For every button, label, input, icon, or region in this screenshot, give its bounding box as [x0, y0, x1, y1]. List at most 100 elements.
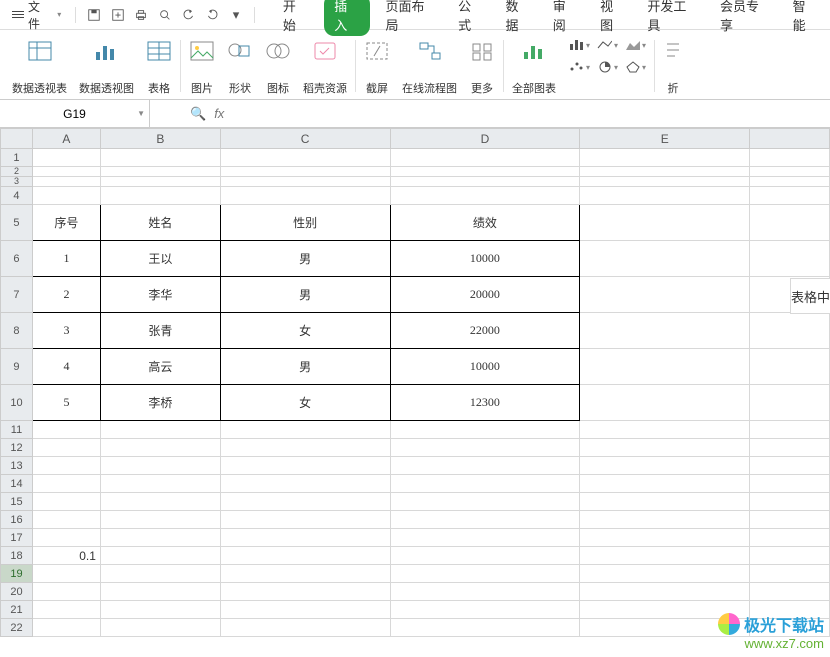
- cell-B10[interactable]: 李桥: [100, 385, 220, 421]
- cell-D20[interactable]: [390, 583, 580, 601]
- cell-D14[interactable]: [390, 475, 580, 493]
- cell-D2[interactable]: [390, 167, 580, 177]
- cell-D13[interactable]: [390, 457, 580, 475]
- cell-B7[interactable]: 李华: [100, 277, 220, 313]
- cell-D11[interactable]: [390, 421, 580, 439]
- cell-X8[interactable]: [750, 313, 830, 349]
- cell-X16[interactable]: [750, 511, 830, 529]
- row-head-16[interactable]: 16: [1, 511, 33, 529]
- cell-B20[interactable]: [100, 583, 220, 601]
- cell-C9[interactable]: 男: [220, 349, 390, 385]
- cell-D5[interactable]: 绩效: [390, 205, 580, 241]
- cell-X10[interactable]: [750, 385, 830, 421]
- cell-D17[interactable]: [390, 529, 580, 547]
- row-head-18[interactable]: 18: [1, 547, 33, 565]
- cell-C20[interactable]: [220, 583, 390, 601]
- cell-C3[interactable]: [220, 177, 390, 187]
- cell-E11[interactable]: [580, 421, 750, 439]
- cell-B12[interactable]: [100, 439, 220, 457]
- cell-C8[interactable]: 女: [220, 313, 390, 349]
- ribbon-table[interactable]: 表格: [140, 36, 178, 98]
- chart-line-icon[interactable]: ▾: [596, 36, 618, 54]
- row-head-1[interactable]: 1: [1, 149, 33, 167]
- tab-会员专享[interactable]: 会员专享: [714, 0, 777, 37]
- cell-E3[interactable]: [580, 177, 750, 187]
- cell-X17[interactable]: [750, 529, 830, 547]
- cell-C17[interactable]: [220, 529, 390, 547]
- row-head-12[interactable]: 12: [1, 439, 33, 457]
- row-head-8[interactable]: 8: [1, 313, 33, 349]
- cell-X12[interactable]: [750, 439, 830, 457]
- cell-E22[interactable]: [580, 619, 750, 637]
- cell-X18[interactable]: [750, 547, 830, 565]
- save-icon[interactable]: [84, 5, 104, 25]
- cell-B4[interactable]: [100, 187, 220, 205]
- col-head-E[interactable]: E: [580, 129, 750, 149]
- row-head-21[interactable]: 21: [1, 601, 33, 619]
- tab-审阅[interactable]: 审阅: [547, 0, 584, 37]
- ribbon-pivot-chart[interactable]: 数据透视图: [73, 36, 140, 98]
- cell-C15[interactable]: [220, 493, 390, 511]
- cell-B1[interactable]: [100, 149, 220, 167]
- cell-D10[interactable]: 12300: [390, 385, 580, 421]
- cell-E21[interactable]: [580, 601, 750, 619]
- name-box[interactable]: ▼: [0, 100, 150, 127]
- cell-B16[interactable]: [100, 511, 220, 529]
- row-head-3[interactable]: 3: [1, 177, 33, 187]
- cell-E20[interactable]: [580, 583, 750, 601]
- chart-scatter-icon[interactable]: ▾: [568, 58, 590, 76]
- row-head-5[interactable]: 5: [1, 205, 33, 241]
- cell-E16[interactable]: [580, 511, 750, 529]
- cell-B13[interactable]: [100, 457, 220, 475]
- cell-C4[interactable]: [220, 187, 390, 205]
- cell-E2[interactable]: [580, 167, 750, 177]
- export-icon[interactable]: [108, 5, 128, 25]
- cell-E4[interactable]: [580, 187, 750, 205]
- cell-A3[interactable]: [32, 177, 100, 187]
- chart-pie-icon[interactable]: ▾: [596, 58, 618, 76]
- cell-D4[interactable]: [390, 187, 580, 205]
- cell-C21[interactable]: [220, 601, 390, 619]
- cell-E10[interactable]: [580, 385, 750, 421]
- cell-C19[interactable]: [220, 565, 390, 583]
- cell-D21[interactable]: [390, 601, 580, 619]
- cell-B22[interactable]: [100, 619, 220, 637]
- cell-D7[interactable]: 20000: [390, 277, 580, 313]
- tab-开发工具[interactable]: 开发工具: [641, 0, 704, 37]
- dropdown-icon[interactable]: ▾: [226, 5, 246, 25]
- row-head-22[interactable]: 22: [1, 619, 33, 637]
- col-head-B[interactable]: B: [100, 129, 220, 149]
- ribbon-more[interactable]: 更多: [463, 36, 501, 98]
- col-head-extra[interactable]: [750, 129, 830, 149]
- spreadsheet-grid[interactable]: ABCDE12345序号姓名性别绩效61王以男1000072李华男2000083…: [0, 128, 830, 637]
- ribbon-pivot-table[interactable]: 数据透视表: [6, 36, 73, 98]
- cell-X19[interactable]: [750, 565, 830, 583]
- cell-X2[interactable]: [750, 167, 830, 177]
- cell-A4[interactable]: [32, 187, 100, 205]
- cell-A20[interactable]: [32, 583, 100, 601]
- cell-D8[interactable]: 22000: [390, 313, 580, 349]
- row-head-4[interactable]: 4: [1, 187, 33, 205]
- cell-X20[interactable]: [750, 583, 830, 601]
- cell-A7[interactable]: 2: [32, 277, 100, 313]
- cell-B3[interactable]: [100, 177, 220, 187]
- row-head-20[interactable]: 20: [1, 583, 33, 601]
- cell-E5[interactable]: [580, 205, 750, 241]
- tab-插入[interactable]: 插入: [324, 0, 369, 36]
- cell-C12[interactable]: [220, 439, 390, 457]
- ribbon-resource[interactable]: 稻壳资源: [297, 36, 353, 98]
- chart-radar-icon[interactable]: ▾: [624, 58, 646, 76]
- redo-icon[interactable]: [203, 5, 223, 25]
- cell-A22[interactable]: [32, 619, 100, 637]
- cell-E17[interactable]: [580, 529, 750, 547]
- cell-C7[interactable]: 男: [220, 277, 390, 313]
- cell-C16[interactable]: [220, 511, 390, 529]
- cell-D22[interactable]: [390, 619, 580, 637]
- tab-页面布局[interactable]: 页面布局: [380, 0, 443, 37]
- cell-B17[interactable]: [100, 529, 220, 547]
- cell-C6[interactable]: 男: [220, 241, 390, 277]
- cell-A9[interactable]: 4: [32, 349, 100, 385]
- cell-A10[interactable]: 5: [32, 385, 100, 421]
- cell-X14[interactable]: [750, 475, 830, 493]
- col-head-D[interactable]: D: [390, 129, 580, 149]
